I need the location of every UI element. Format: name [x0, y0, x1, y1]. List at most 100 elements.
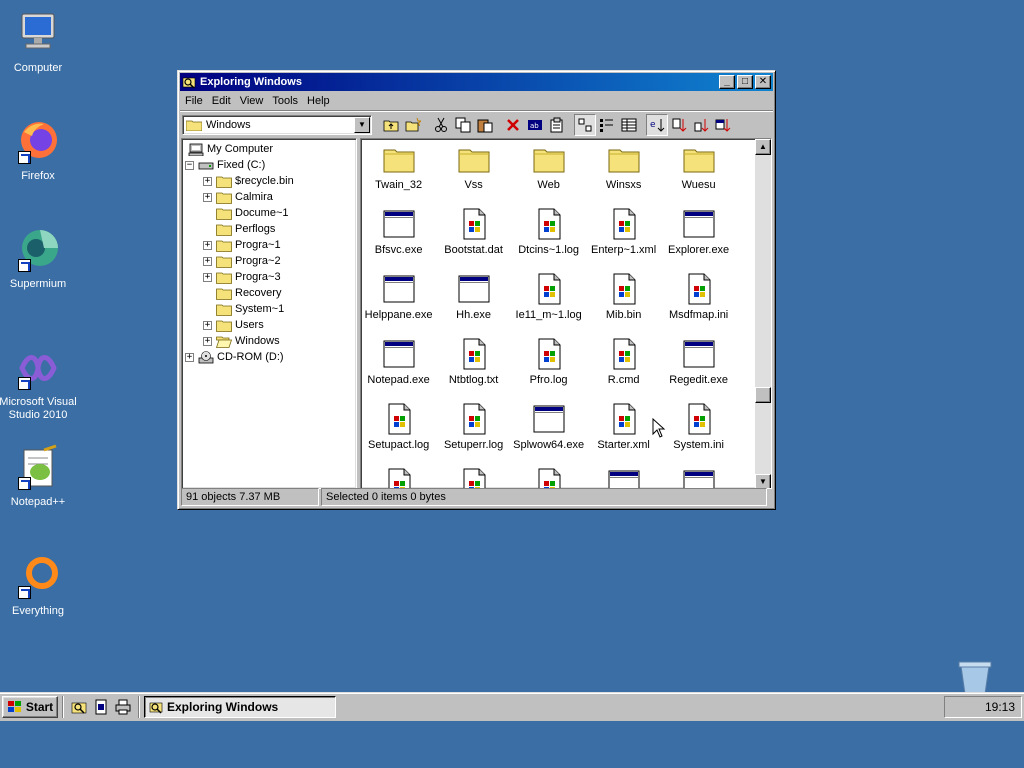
file-item[interactable]: Mib.bin: [586, 273, 661, 321]
quicklaunch-document[interactable]: [90, 696, 112, 718]
application-icon: [383, 208, 415, 240]
tree-item[interactable]: + Progra~2: [203, 253, 281, 269]
address-combo[interactable]: Windows ▼: [182, 114, 372, 135]
file-item[interactable]: Web: [511, 143, 586, 191]
copy-button[interactable]: [452, 114, 474, 136]
file-item[interactable]: [511, 468, 586, 488]
small-icons-button[interactable]: [596, 114, 618, 136]
file-item[interactable]: Explorer.exe: [661, 208, 736, 256]
sort-by-name-button[interactable]: e: [646, 113, 668, 136]
desktop-icon-notepadpp[interactable]: Notepad++: [0, 444, 78, 509]
file-item[interactable]: [586, 468, 661, 488]
menu-help[interactable]: Help: [304, 95, 336, 107]
file-item[interactable]: [436, 468, 511, 488]
file-item[interactable]: Starter.xml: [586, 403, 661, 451]
scroll-thumb[interactable]: [755, 387, 771, 403]
tree-item[interactable]: + CD-ROM (D:): [185, 349, 284, 365]
expand-icon[interactable]: +: [203, 320, 212, 330]
file-item[interactable]: Twain_32: [361, 143, 436, 191]
start-button[interactable]: Start: [2, 696, 58, 718]
file-item[interactable]: Bootstat.dat: [436, 208, 511, 256]
expand-icon[interactable]: +: [203, 336, 212, 346]
expand-icon[interactable]: +: [203, 176, 212, 186]
tree-item[interactable]: + Windows: [203, 333, 280, 349]
folder-tree[interactable]: My Computer − Fixed (C:) + $recycle.bin + Calm…: [181, 138, 358, 489]
desktop-icon-computer[interactable]: Computer: [0, 10, 78, 75]
tree-item[interactable]: + Progra~3: [203, 269, 281, 285]
scroll-down-button[interactable]: ▼: [755, 474, 771, 488]
file-item[interactable]: Notepad.exe: [361, 338, 436, 386]
collapse-icon[interactable]: −: [185, 160, 194, 170]
expand-icon[interactable]: +: [203, 256, 212, 266]
tree-item[interactable]: Docume~1: [203, 205, 289, 221]
file-item[interactable]: System.ini: [661, 403, 736, 451]
expand-icon[interactable]: +: [203, 272, 212, 282]
expand-icon[interactable]: +: [203, 240, 212, 250]
file-item[interactable]: Winsxs: [586, 143, 661, 191]
tree-item[interactable]: My Computer: [184, 141, 273, 157]
folder-icon: [608, 143, 640, 175]
vertical-scrollbar[interactable]: ▲ ▼: [755, 139, 771, 488]
delete-button[interactable]: [502, 114, 524, 136]
tree-item[interactable]: + Progra~1: [203, 237, 281, 253]
file-item[interactable]: [661, 468, 736, 488]
quicklaunch-explorer[interactable]: [68, 696, 90, 718]
tree-item[interactable]: Recovery: [203, 285, 281, 301]
file-item[interactable]: Regedit.exe: [661, 338, 736, 386]
file-item[interactable]: Ie11_m~1.log: [511, 273, 586, 321]
file-item[interactable]: Hh.exe: [436, 273, 511, 321]
minimize-button[interactable]: _: [719, 75, 735, 89]
desktop-icon-firefox[interactable]: Firefox: [0, 118, 78, 183]
tree-item[interactable]: Perflogs: [203, 221, 275, 237]
file-item[interactable]: Helppane.exe: [361, 273, 436, 321]
file-item[interactable]: Wuesu: [661, 143, 736, 191]
sort-by-date-button[interactable]: [712, 114, 734, 136]
file-item[interactable]: Bfsvc.exe: [361, 208, 436, 256]
tree-item[interactable]: − Fixed (C:): [185, 157, 265, 173]
menu-tools[interactable]: Tools: [269, 95, 304, 107]
file-list[interactable]: Twain_32 Vss Web Winsxs Wuesu Bfsvc.exe Bootst…: [360, 138, 772, 489]
file-item[interactable]: [361, 468, 436, 488]
menu-edit[interactable]: Edit: [209, 95, 237, 107]
desktop-icon-supermium[interactable]: Supermium: [0, 226, 78, 291]
rename-button[interactable]: ab: [524, 114, 546, 136]
tree-item[interactable]: System~1: [203, 301, 284, 317]
new-folder-button[interactable]: [402, 114, 424, 136]
file-item[interactable]: Setupact.log: [361, 403, 436, 451]
chevron-down-icon[interactable]: ▼: [354, 116, 370, 133]
menu-file[interactable]: File: [182, 95, 209, 107]
expand-icon[interactable]: +: [185, 352, 194, 362]
title-bar[interactable]: Exploring Windows _ □ ✕: [180, 73, 773, 91]
large-icons-button[interactable]: [574, 113, 596, 136]
scroll-up-button[interactable]: ▲: [755, 139, 771, 155]
tree-item[interactable]: + Calmira: [203, 189, 273, 205]
desktop-icon-visual-studio[interactable]: Microsoft Visual Studio 2010: [0, 344, 78, 422]
menu-view[interactable]: View: [237, 95, 270, 107]
desktop-icon-everything[interactable]: Everything: [0, 553, 78, 618]
close-button[interactable]: ✕: [755, 75, 771, 89]
tree-item[interactable]: + $recycle.bin: [203, 173, 294, 189]
expand-icon[interactable]: +: [203, 192, 212, 202]
file-item[interactable]: Ntbtlog.txt: [436, 338, 511, 386]
tree-item[interactable]: + Users: [203, 317, 264, 333]
recycle-bin-icon[interactable]: [955, 660, 995, 695]
cut-button[interactable]: [430, 114, 452, 136]
file-item[interactable]: Enterp~1.xml: [586, 208, 661, 256]
clock[interactable]: 19:13: [985, 700, 1015, 714]
file-item[interactable]: Msdfmap.ini: [661, 273, 736, 321]
quicklaunch-printer[interactable]: [112, 696, 134, 718]
file-item[interactable]: Pfro.log: [511, 338, 586, 386]
up-folder-button[interactable]: [380, 114, 402, 136]
properties-button[interactable]: [546, 114, 568, 136]
sort-by-type-button[interactable]: [668, 114, 690, 136]
file-item[interactable]: Splwow64.exe: [511, 403, 586, 451]
file-item[interactable]: Dtcins~1.log: [511, 208, 586, 256]
details-button[interactable]: [618, 114, 640, 136]
taskbar-button-exploring-windows[interactable]: Exploring Windows: [144, 696, 336, 718]
file-item[interactable]: R.cmd: [586, 338, 661, 386]
sort-by-size-button[interactable]: [690, 114, 712, 136]
file-item[interactable]: Vss: [436, 143, 511, 191]
file-item[interactable]: Setuperr.log: [436, 403, 511, 451]
paste-button[interactable]: [474, 114, 496, 136]
maximize-button[interactable]: □: [737, 75, 753, 89]
